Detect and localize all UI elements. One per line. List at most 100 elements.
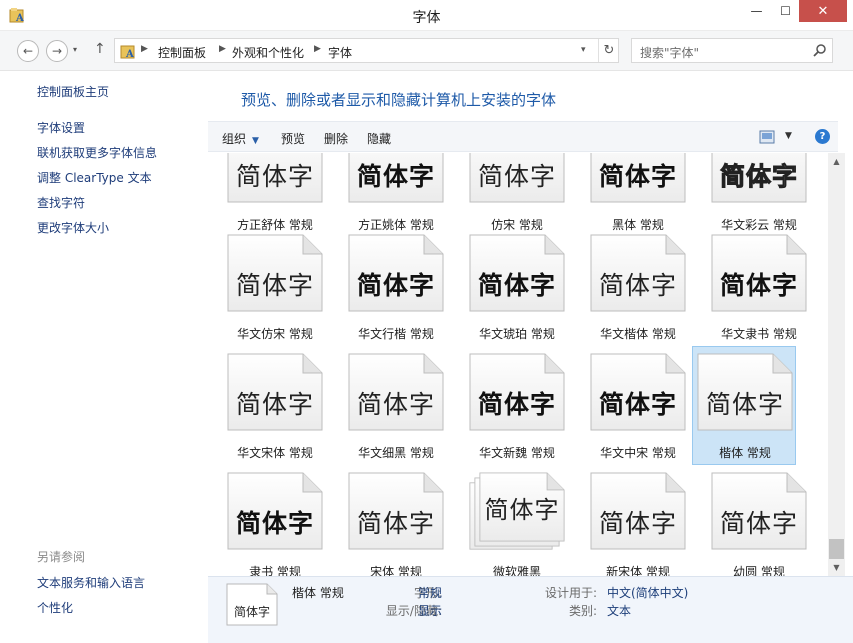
font-item[interactable]: 简体字华文楷体 常规 xyxy=(571,227,686,346)
change-view-icon[interactable] xyxy=(759,130,775,144)
font-item[interactable]: 简体字 楷体 常规 xyxy=(692,346,796,465)
font-sample-text: 简体字 xyxy=(235,162,314,191)
font-item[interactable]: 简体字 新宋体 常规 xyxy=(571,465,686,576)
title-bar: A 字体 — ☐ ✕ xyxy=(0,0,853,31)
font-file-icon: 简体字 xyxy=(590,153,686,203)
breadcrumb-fonts[interactable]: 字体 xyxy=(328,44,352,61)
address-dropdown-button[interactable]: ▾ xyxy=(581,45,586,55)
forward-button[interactable]: → xyxy=(46,40,68,62)
font-file-icon: 简体字 xyxy=(469,353,565,431)
navigation-bar: ← → ▾ ↑ A ▶ 控制面板 ▶ 外观和个性化 ▶ 字体 ▾ ↻ 搜索"字体… xyxy=(0,31,853,71)
font-item[interactable]: 简体字华文中宋 常规 xyxy=(571,346,686,465)
details-pane: 简体字 楷体 常规 字形: 常规 显示/隐藏: 显示 设计用于: 中文(简体中文… xyxy=(208,576,853,643)
chevron-down-icon: ▼ xyxy=(252,136,259,146)
font-settings-link[interactable]: 字体设置 xyxy=(37,119,85,136)
delete-button[interactable]: 删除 xyxy=(324,130,348,147)
search-icon[interactable] xyxy=(812,43,828,59)
font-sample-text: 简体字 xyxy=(477,271,556,300)
minimize-button[interactable]: — xyxy=(743,0,770,22)
font-item[interactable]: 简体字 隶书 常规 xyxy=(208,465,323,576)
control-panel-home-link[interactable]: 控制面板主页 xyxy=(37,83,109,100)
get-font-info-online-link[interactable]: 联机获取更多字体信息 xyxy=(37,144,157,161)
font-sample-text: 简体字 xyxy=(598,271,677,300)
font-file-icon: 简体字 xyxy=(348,353,444,431)
font-item[interactable]: 简体字 方正舒体 常规 xyxy=(208,153,323,237)
text-services-link[interactable]: 文本服务和输入语言 xyxy=(37,574,145,591)
change-font-size-link[interactable]: 更改字体大小 xyxy=(37,219,109,236)
font-file-icon: 简体字 xyxy=(590,353,686,431)
font-file-icon: 简体字 xyxy=(469,234,565,312)
font-sample-text: 简体字 xyxy=(598,509,677,538)
page-title: 预览、删除或者显示和隐藏计算机上安装的字体 xyxy=(241,91,557,109)
font-item[interactable]: 简体字华文新魏 常规 xyxy=(450,346,565,465)
adjust-cleartype-link[interactable]: 调整 ClearType 文本 xyxy=(37,169,152,186)
breadcrumb-separator[interactable]: ▶ xyxy=(314,44,321,54)
address-bar[interactable]: A ▶ 控制面板 ▶ 外观和个性化 ▶ 字体 ▾ ↻ xyxy=(114,38,619,63)
refresh-button[interactable]: ↻ xyxy=(598,39,619,62)
breadcrumb-control-panel[interactable]: 控制面板 xyxy=(158,44,206,61)
font-item[interactable]: 简体字 华文彩云 常规 xyxy=(692,153,807,237)
font-file-icon: 简体字 xyxy=(469,153,565,203)
view-options-dropdown[interactable]: ▼ xyxy=(785,131,792,141)
font-sample-text: 简体字 xyxy=(598,162,677,191)
close-button[interactable]: ✕ xyxy=(799,0,847,22)
font-file-icon: 简体字 xyxy=(590,472,686,550)
font-style-value: 常规 xyxy=(418,586,443,600)
personalization-link[interactable]: 个性化 xyxy=(37,599,73,616)
find-character-link[interactable]: 查找字符 xyxy=(37,194,85,211)
font-item[interactable]: 简体字 幼圆 常规 xyxy=(692,465,807,576)
font-sample-text: 简体字 xyxy=(356,271,435,300)
back-button[interactable]: ← xyxy=(17,40,39,62)
font-item[interactable]: 简体字 方正姚体 常规 xyxy=(329,153,444,237)
breadcrumb-separator[interactable]: ▶ xyxy=(219,44,226,54)
breadcrumb-appearance[interactable]: 外观和个性化 xyxy=(232,44,304,61)
font-list: 简体字 方正舒体 常规 简体字 方正姚体 常规 简体字 仿宋 常规 简体字 黑体 常规 简体字华… xyxy=(208,153,828,576)
command-bar: 组织 ▼ 预览 删除 隐藏 ▼ ? xyxy=(208,121,838,152)
font-item-label: 华文隶书 常规 xyxy=(721,327,797,341)
font-file-icon: 简体字 xyxy=(711,234,807,312)
preview-button[interactable]: 预览 xyxy=(281,130,305,147)
vertical-scrollbar[interactable]: ▲ ▼ xyxy=(828,153,845,576)
help-icon[interactable]: ? xyxy=(815,129,830,144)
font-item[interactable]: 简体字 仿宋 常规 xyxy=(450,153,565,237)
font-sample-text: 简体字 xyxy=(484,496,560,524)
maximize-button[interactable]: ☐ xyxy=(772,0,799,22)
see-also-heading: 另请参阅 xyxy=(37,550,86,564)
organize-label: 组织 xyxy=(222,132,247,146)
visibility-value: 显示 xyxy=(418,604,443,618)
font-item[interactable]: 简体字 宋体 常规 xyxy=(329,465,444,576)
font-item[interactable]: 简体字 华文仿宋 常规 xyxy=(208,227,323,346)
font-sample-text: 简体字 xyxy=(598,390,677,419)
font-item[interactable]: 简体字 华文细黑 常规 xyxy=(329,346,444,465)
breadcrumb-separator[interactable]: ▶ xyxy=(141,44,148,54)
scrollbar-thumb[interactable] xyxy=(829,539,844,559)
font-item-label: 微软雅黑 xyxy=(492,565,541,576)
recent-locations-button[interactable]: ▾ xyxy=(73,45,77,54)
search-input[interactable]: 搜索"字体" xyxy=(640,44,699,61)
font-sample-text: 简体字 xyxy=(235,509,314,538)
font-item[interactable]: 简体字 华文宋体 常规 xyxy=(208,346,323,465)
font-item[interactable]: 简体字华文琥珀 常规 xyxy=(450,227,565,346)
font-item-label: 华文新魏 常规 xyxy=(479,446,555,460)
font-item-label: 新宋体 常规 xyxy=(606,565,670,576)
font-item-label: 华文行楷 常规 xyxy=(358,327,434,341)
scroll-up-button[interactable]: ▲ xyxy=(828,153,845,170)
designed-for-value: 中文(简体中文) xyxy=(607,586,689,600)
svg-text:A: A xyxy=(125,49,134,59)
hide-button[interactable]: 隐藏 xyxy=(367,130,391,147)
font-sample-text: 简体字 xyxy=(356,390,435,419)
font-item-label: 楷体 常规 xyxy=(719,446,771,460)
font-item-label: 华文楷体 常规 xyxy=(600,327,676,341)
scroll-down-button[interactable]: ▼ xyxy=(828,559,845,576)
search-box[interactable]: 搜索"字体" xyxy=(631,38,833,63)
up-button[interactable]: ↑ xyxy=(94,41,106,57)
font-item[interactable]: 简体字华文隶书 常规 xyxy=(692,227,807,346)
font-item-label: 华文中宋 常规 xyxy=(600,446,676,460)
font-item-label: 华文琥珀 常规 xyxy=(479,327,555,341)
font-sample-text: 简体字 xyxy=(235,390,314,419)
font-item[interactable]: 简体字华文行楷 常规 xyxy=(329,227,444,346)
font-item[interactable]: 简体字 黑体 常规 xyxy=(571,153,686,237)
organize-button[interactable]: 组织 ▼ xyxy=(222,130,259,147)
font-file-icon: 简体字 xyxy=(348,472,444,550)
font-item[interactable]: 简体字微软雅黑 xyxy=(450,465,565,576)
